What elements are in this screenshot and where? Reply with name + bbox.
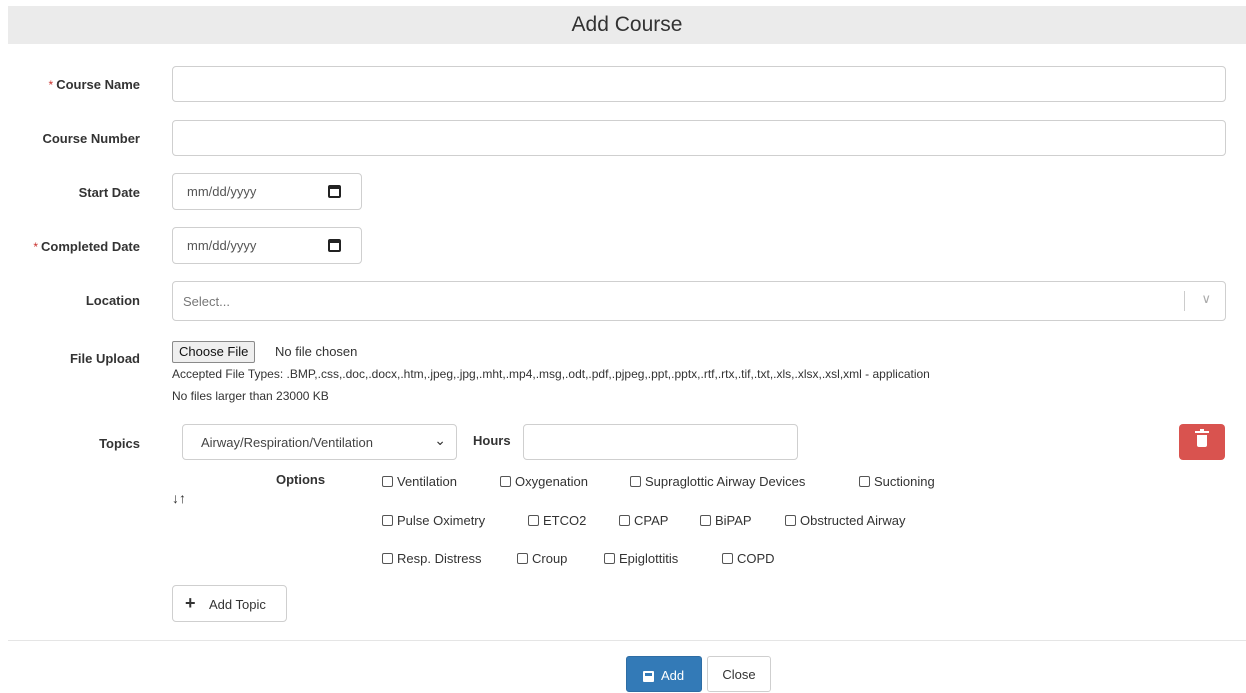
option-checkbox[interactable]: Suctioning (859, 474, 935, 489)
option-checkbox[interactable]: BiPAP (700, 513, 752, 528)
completed-date-input[interactable]: mm/dd/yyyy (172, 227, 362, 264)
option-checkbox[interactable]: CPAP (619, 513, 668, 528)
option-checkbox[interactable]: ETCO2 (528, 513, 586, 528)
hours-input[interactable] (523, 424, 798, 460)
hours-label: Hours (473, 433, 511, 448)
completed-date-placeholder: mm/dd/yyyy (187, 238, 257, 253)
option-checkbox[interactable]: Epiglottitis (604, 551, 678, 566)
save-icon (643, 671, 654, 682)
calendar-icon[interactable] (328, 185, 341, 198)
footer-divider (8, 640, 1246, 641)
location-placeholder: Select... (183, 294, 230, 309)
add-topic-label: Add Topic (209, 597, 266, 612)
file-size-limit: No files larger than 23000 KB (172, 389, 329, 403)
location-label: Location (85, 293, 140, 308)
chevron-down-icon[interactable]: ∨ (1201, 291, 1211, 307)
topic-select[interactable]: Airway/Respiration/Ventilation ⌄ (182, 424, 457, 460)
course-number-label: Course Number (42, 131, 140, 146)
start-date-label: Start Date (78, 185, 140, 200)
close-button[interactable]: Close (707, 656, 771, 692)
file-status: No file chosen (275, 344, 358, 359)
required-mark: * (33, 240, 39, 254)
course-name-label: * Course Name (48, 77, 140, 92)
location-select[interactable]: Select... ∨ (172, 281, 1226, 321)
course-name-input[interactable] (172, 66, 1226, 102)
trash-icon (1195, 429, 1209, 447)
plus-icon: + (185, 593, 196, 613)
calendar-icon[interactable] (328, 239, 341, 252)
option-checkbox[interactable]: Resp. Distress (382, 551, 482, 566)
delete-topic-button[interactable] (1179, 424, 1225, 460)
option-checkbox[interactable]: Pulse Oximetry (382, 513, 485, 528)
file-upload-label: File Upload (69, 351, 140, 366)
add-topic-button[interactable]: + Add Topic (172, 585, 287, 622)
completed-date-label: * Completed Date (33, 239, 140, 254)
option-checkbox[interactable]: Supraglottic Airway Devices (630, 474, 805, 489)
option-checkbox[interactable]: Oxygenation (500, 474, 588, 489)
start-date-placeholder: mm/dd/yyyy (187, 184, 257, 199)
options-label: Options (276, 472, 326, 487)
accepted-file-types: Accepted File Types: .BMP,.css,.doc,.doc… (172, 367, 930, 381)
chevron-down-icon: ⌄ (434, 432, 446, 448)
option-checkbox[interactable]: Obstructed Airway (785, 513, 906, 528)
select-separator (1184, 291, 1185, 311)
option-checkbox[interactable]: Ventilation (382, 474, 457, 489)
choose-file-button[interactable]: Choose File (172, 341, 256, 363)
modal-title: Add Course (8, 6, 1246, 44)
option-checkbox[interactable]: Croup (517, 551, 567, 566)
topics-label: Topics (99, 436, 140, 451)
sort-icon[interactable]: ↓↑ (172, 490, 186, 506)
topic-select-value: Airway/Respiration/Ventilation (201, 435, 373, 450)
start-date-input[interactable]: mm/dd/yyyy (172, 173, 362, 210)
add-button-label: Add (661, 668, 685, 683)
required-mark: * (48, 78, 54, 92)
option-checkbox[interactable]: COPD (722, 551, 775, 566)
course-number-input[interactable] (172, 120, 1226, 156)
add-button[interactable]: Add (626, 656, 702, 692)
